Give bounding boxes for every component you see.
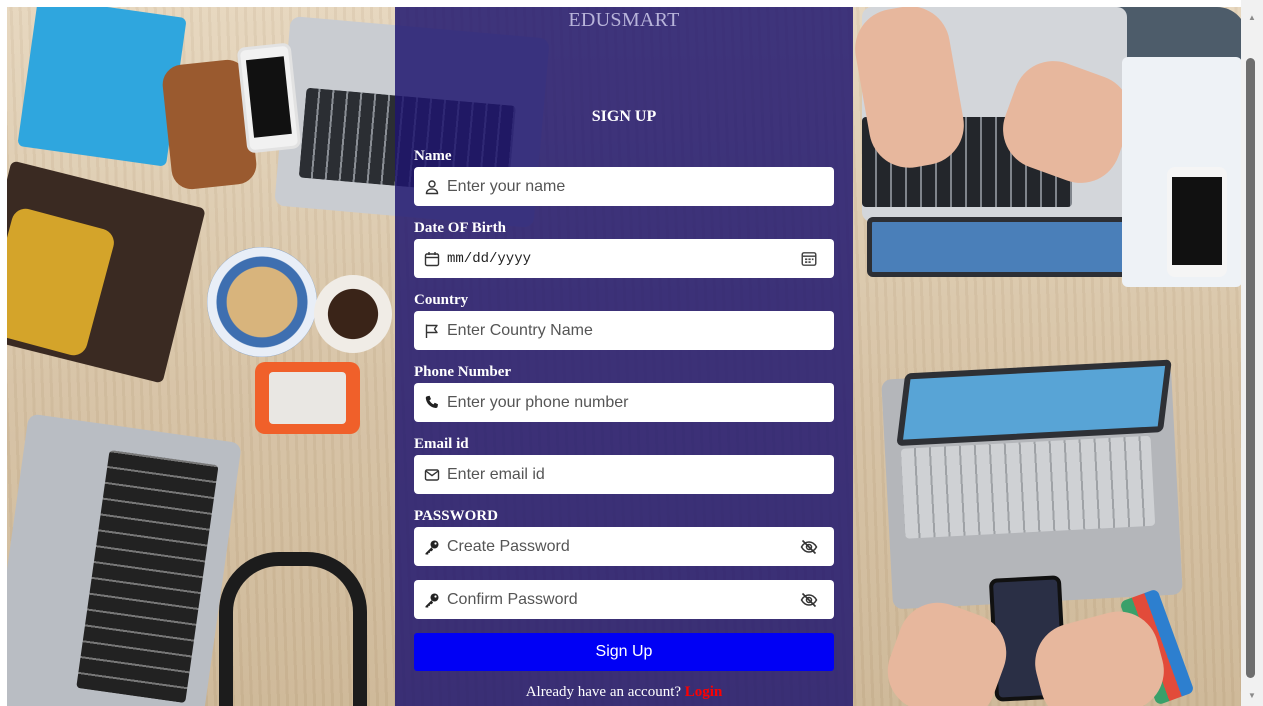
signup-panel: EDUSMART SIGN UP Name Enter your name Da… — [395, 7, 853, 706]
name-input[interactable]: Enter your name — [447, 178, 834, 196]
email-input[interactable]: Enter email id — [447, 466, 834, 484]
dob-field[interactable]: mm/dd/yyyy — [414, 239, 834, 278]
country-input[interactable]: Enter Country Name — [447, 322, 834, 340]
scrollbar-thumb[interactable] — [1246, 58, 1255, 678]
email-label: Email id — [414, 436, 469, 452]
brand-title: EDUSMART — [568, 9, 680, 31]
scroll-up-arrow-icon[interactable]: ▲ — [1241, 8, 1263, 28]
calendar-picker-icon[interactable] — [798, 248, 820, 270]
scroll-down-arrow-icon[interactable]: ▼ — [1241, 686, 1263, 706]
name-field[interactable]: Enter your name — [414, 167, 834, 206]
key-icon — [423, 591, 441, 609]
key-icon — [423, 538, 441, 556]
page-scrollbar[interactable]: ▲ ▼ — [1241, 0, 1263, 706]
calendar-icon — [423, 250, 441, 268]
form-title: SIGN UP — [591, 108, 657, 125]
login-prompt: Already have an account? Login — [395, 684, 853, 701]
phone-field[interactable]: Enter your phone number — [414, 383, 834, 422]
eye-slash-icon[interactable] — [798, 589, 820, 611]
eye-slash-icon[interactable] — [798, 536, 820, 558]
name-label: Name — [414, 148, 452, 164]
email-field[interactable]: Enter email id — [414, 455, 834, 494]
create-password-field[interactable]: Create Password — [414, 527, 834, 566]
country-field[interactable]: Enter Country Name — [414, 311, 834, 350]
user-icon — [423, 178, 441, 196]
dob-input[interactable]: mm/dd/yyyy — [447, 251, 798, 267]
envelope-icon — [423, 466, 441, 484]
flag-icon — [423, 322, 441, 340]
login-prompt-text: Already have an account? — [525, 684, 682, 700]
create-password-input[interactable]: Create Password — [447, 538, 798, 556]
phone-label: Phone Number — [414, 364, 512, 380]
password-label: PASSWORD — [414, 508, 498, 524]
phone-input[interactable]: Enter your phone number — [447, 394, 834, 412]
dob-label: Date OF Birth — [414, 220, 506, 236]
confirm-password-input[interactable]: Confirm Password — [447, 591, 798, 609]
sign-up-button[interactable]: Sign Up — [414, 633, 834, 671]
country-label: Country — [414, 292, 469, 308]
login-link[interactable]: Login — [685, 684, 723, 700]
phone-icon — [423, 394, 441, 412]
confirm-password-field[interactable]: Confirm Password — [414, 580, 834, 619]
